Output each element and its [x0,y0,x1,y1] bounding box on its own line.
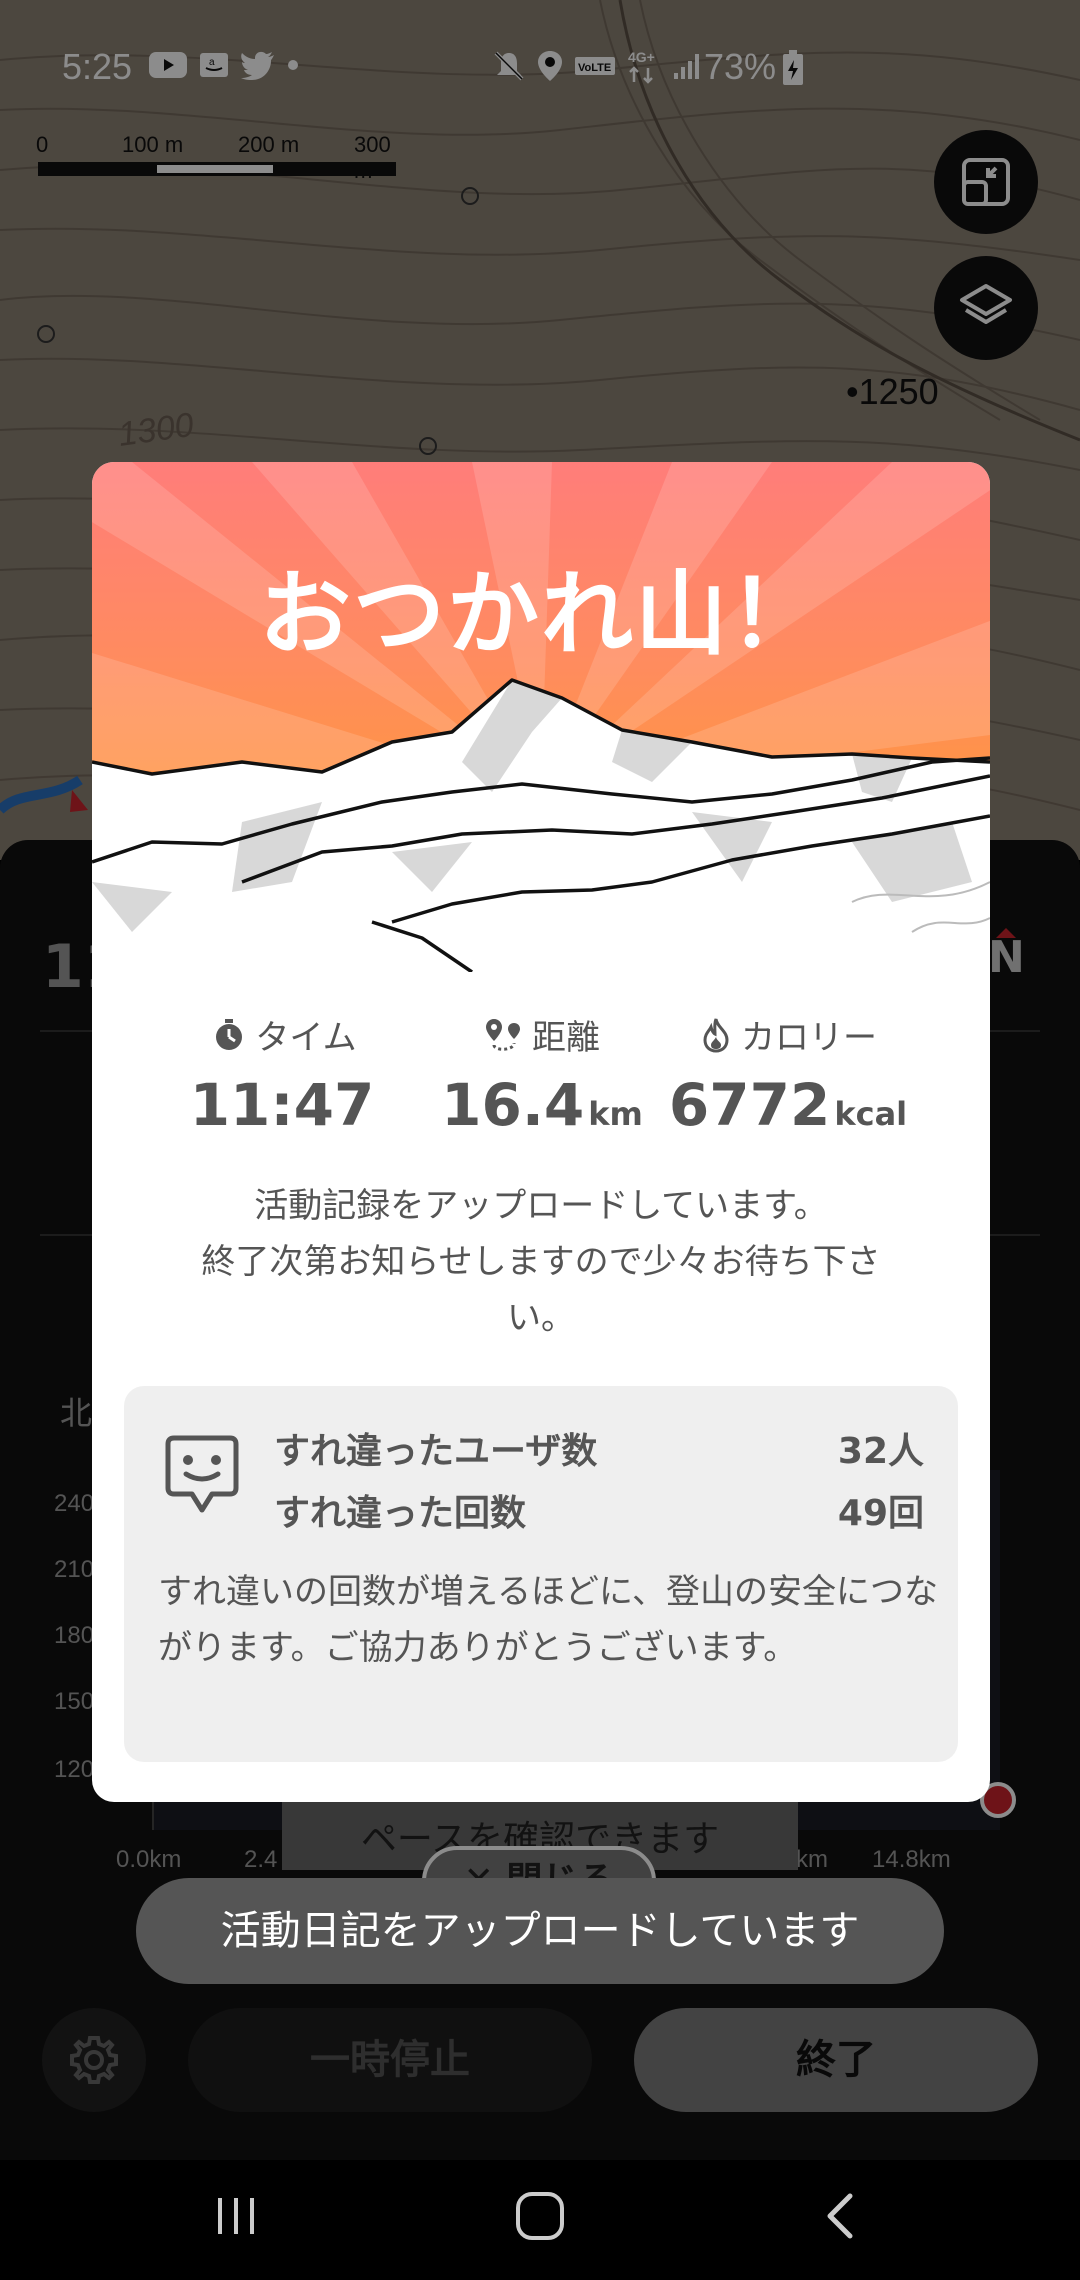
back-icon [827,2193,853,2239]
upload-message-line: 終了次第お知らせしますので少々お待ち下さ [201,1242,881,1282]
stat-calorie: カロリー 6772 kcal [638,1010,938,1139]
passed-users-label: すれ違ったユーザ数 [274,1431,598,1472]
stopwatch-icon [216,1018,243,1050]
mountain-illustration [92,462,990,972]
flame-icon [703,1016,729,1053]
upload-message: 活動記録をアップロードしています。 終了次第お知らせしますので少々お待ち下さ い… [142,1178,940,1346]
recent-apps-icon [218,2198,254,2234]
upload-toast: 活動日記をアップロードしています [136,1878,944,1984]
stat-distance-unit: km [588,1095,643,1133]
passed-count-value: 49回 [837,1493,924,1534]
route-pin-icon [486,1018,520,1051]
passing-note: すれ違いの回数が増えるほどに、登山の安全につながります。ご協力ありがとうございま… [158,1572,938,1668]
stat-time-label: タイム [255,1018,357,1058]
home-button[interactable] [500,2186,580,2246]
hero-banner: おつかれ山！ [92,462,990,972]
passed-users-row: すれ違ったユーザ数 32人 [274,1422,924,1472]
upload-message-line: 活動記録をアップロードしています。 [254,1186,828,1226]
passing-face-icon [165,1435,239,1513]
back-button[interactable] [800,2186,880,2246]
passed-count-row: すれ違った回数 49回 [274,1484,924,1534]
stat-calorie-label: カロリー [741,1018,877,1058]
stat-distance-value: 16.4 [441,1071,585,1139]
stat-time-value: 11:47 [189,1071,375,1139]
stat-calorie-unit: kcal [834,1095,908,1133]
stat-calorie-value: 6772 [668,1071,831,1139]
passed-users-value: 32人 [837,1431,924,1472]
completion-dialog: おつかれ山！ タイム 11:47 距離 16.4 km カロリー 6772 kcal… [92,462,990,1802]
stat-time: タイム 11:47 [134,1010,434,1139]
passed-count-label: すれ違った回数 [274,1493,527,1534]
home-icon [516,2192,564,2240]
passing-info-box: すれ違ったユーザ数 32人 すれ違った回数 49回 すれ違いの回数が増えるほどに… [124,1386,958,1762]
recent-apps-button[interactable] [196,2186,276,2246]
stat-distance-label: 距離 [532,1018,600,1058]
upload-message-line: い。 [507,1298,575,1338]
dialog-title: おつかれ山！ [258,561,823,668]
navigation-bar [0,2160,1080,2280]
